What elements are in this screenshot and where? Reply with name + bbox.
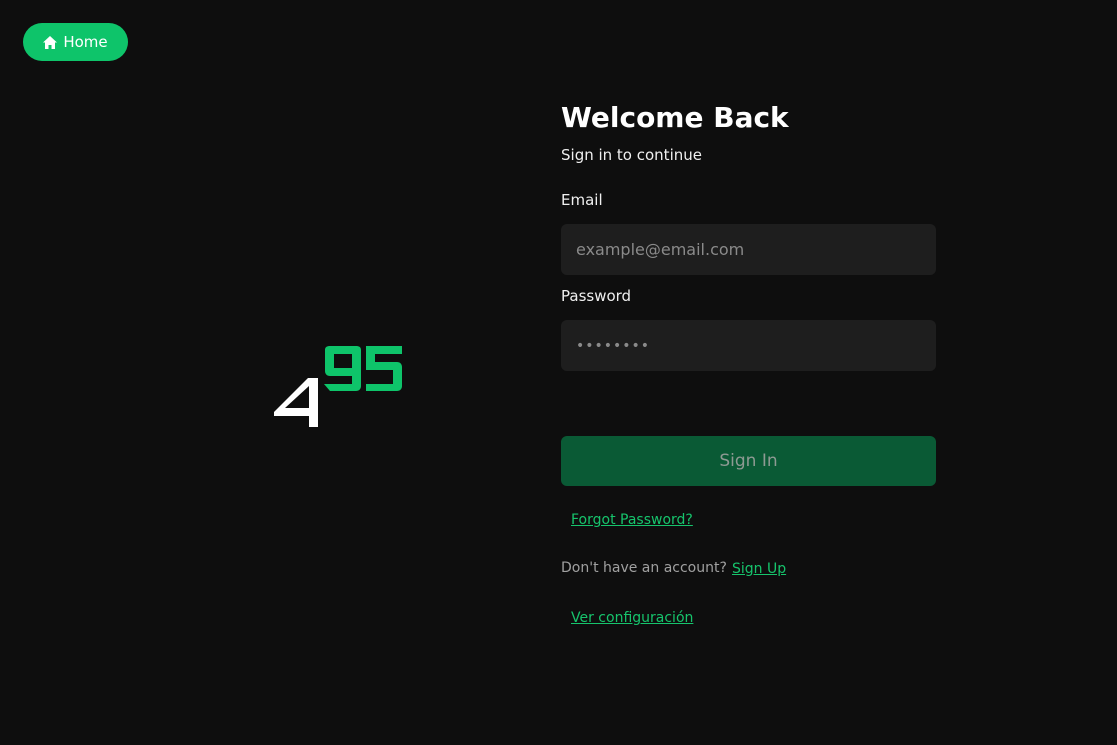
sign-in-button[interactable]: Sign In	[561, 436, 936, 486]
email-label: Email	[561, 191, 603, 209]
page-title: Welcome Back	[561, 101, 789, 134]
password-label: Password	[561, 287, 632, 305]
view-config-link[interactable]: Ver configuración	[571, 609, 693, 627]
brand-logo	[272, 344, 406, 430]
sign-up-link[interactable]: Sign Up	[732, 560, 786, 578]
signup-prompt: Don't have an account? Sign Up	[561, 557, 786, 577]
home-button[interactable]: Home	[23, 23, 128, 61]
home-button-label: Home	[63, 33, 108, 51]
email-field[interactable]	[561, 224, 936, 275]
forgot-password-link[interactable]: Forgot Password?	[571, 511, 693, 529]
password-field[interactable]	[561, 320, 936, 371]
page-subtitle: Sign in to continue	[561, 146, 702, 164]
no-account-text: Don't have an account?	[561, 560, 727, 576]
home-icon	[43, 35, 58, 49]
